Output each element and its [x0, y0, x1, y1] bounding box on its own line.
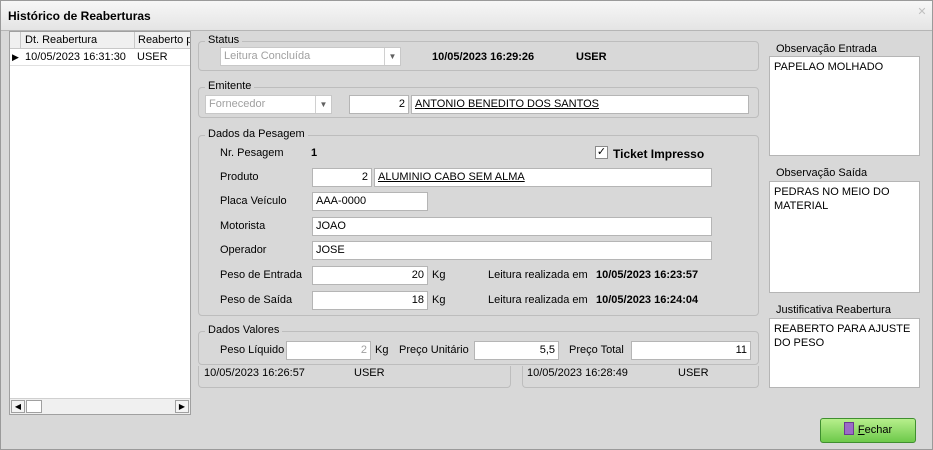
col-dt-reabertura[interactable]: Dt. Reabertura: [22, 34, 134, 46]
emitente-combo[interactable]: Fornecedor ▼: [205, 95, 332, 114]
grid-indicator-header: [10, 32, 21, 49]
table-row[interactable]: ▶ 10/05/2023 16:31:30 USER: [10, 49, 190, 66]
nr-pesagem-label: Nr. Pesagem: [220, 147, 284, 159]
justificativa-caption: Justificativa Reabertura: [776, 304, 891, 316]
placa-label: Placa Veículo: [220, 195, 287, 207]
produto-code-field[interactable]: 2: [312, 168, 372, 187]
entrada-leitura-label: Leitura realizada em: [488, 269, 588, 281]
row-user: USER: [137, 51, 168, 63]
footer-right-datetime: 10/05/2023 16:28:49: [527, 367, 628, 379]
nr-pesagem-value: 1: [311, 147, 318, 159]
emitente-combo-value: Fornecedor: [209, 98, 266, 110]
operador-label: Operador: [220, 244, 267, 256]
preco-total-field[interactable]: 11: [631, 341, 751, 360]
operador-field[interactable]: JOSE: [312, 241, 712, 260]
motorista-label: Motorista: [220, 220, 266, 232]
ticket-impresso-checkbox[interactable]: ✓: [595, 146, 608, 159]
justificativa-memo[interactable]: REABERTO PARA AJUSTE DO PESO: [769, 318, 920, 388]
produto-label: Produto: [220, 171, 259, 183]
emitente-name-field[interactable]: ANTONIO BENEDITO DOS SANTOS: [411, 95, 749, 114]
peso-saida-unit: Kg: [432, 294, 446, 306]
peso-entrada-field[interactable]: 20: [312, 266, 428, 285]
justificativa-group: Justificativa Reabertura REABERTO PARA A…: [767, 303, 922, 389]
emitente-caption: Emitente: [205, 80, 255, 92]
status-user: USER: [576, 51, 607, 63]
obs-entrada-caption: Observação Entrada: [776, 43, 877, 55]
pesagem-group: Dados da Pesagem Nr. Pesagem 1 ✓ Ticket …: [198, 128, 759, 316]
saida-leitura-label: Leitura realizada em: [488, 294, 588, 306]
placa-field[interactable]: AAA-0000: [312, 192, 428, 211]
footer-left-panel: 10/05/2023 16:26:57 USER: [198, 366, 511, 388]
preco-unitario-label: Preço Unitário: [399, 344, 469, 356]
chevron-down-icon[interactable]: ▼: [384, 48, 400, 65]
row-indicator-icon: ▶: [12, 52, 19, 62]
fechar-accel: F: [857, 424, 865, 436]
footer-left-user: USER: [354, 367, 385, 379]
entrada-leitura-value: 10/05/2023 16:23:57: [596, 269, 699, 281]
horizontal-scrollbar[interactable]: ◀ ▶: [10, 398, 190, 414]
grid-header: Dt. Reabertura Reaberto p: [10, 32, 190, 49]
fechar-button[interactable]: Fechar: [820, 418, 916, 443]
obs-entrada-group: Observação Entrada PAPELAO MOLHADO: [767, 40, 922, 158]
obs-entrada-memo[interactable]: PAPELAO MOLHADO: [769, 56, 920, 156]
peso-saida-label: Peso de Saída: [220, 294, 293, 306]
window-body: Dt. Reabertura Reaberto p ▶ 10/05/2023 1…: [1, 31, 932, 449]
pesagem-caption: Dados da Pesagem: [205, 128, 308, 140]
col-reaberto-por[interactable]: Reaberto p: [134, 32, 190, 49]
produto-name-field[interactable]: ALUMINIO CABO SEM ALMA: [374, 168, 712, 187]
window-title: Histórico de Reaberturas: [8, 9, 151, 23]
preco-total-label: Preço Total: [569, 344, 624, 356]
footer-right-user: USER: [678, 367, 709, 379]
close-icon[interactable]: ✕: [915, 5, 929, 19]
peso-entrada-label: Peso de Entrada: [220, 269, 302, 281]
fechar-label: echar: [864, 424, 893, 436]
peso-entrada-unit: Kg: [432, 269, 446, 281]
peso-liquido-label: Peso Líquido: [220, 344, 285, 356]
history-grid[interactable]: Dt. Reabertura Reaberto p ▶ 10/05/2023 1…: [9, 31, 191, 415]
chevron-down-icon[interactable]: ▼: [315, 96, 331, 113]
footer-left-datetime: 10/05/2023 16:26:57: [204, 367, 305, 379]
status-datetime: 10/05/2023 16:29:26: [432, 51, 535, 63]
valores-caption: Dados Valores: [205, 324, 283, 336]
peso-liquido-field[interactable]: 2: [286, 341, 371, 360]
door-exit-icon: [843, 422, 854, 435]
status-combo[interactable]: Leitura Concluída ▼: [220, 47, 401, 66]
valores-group: Dados Valores Peso Líquido 2 Kg Preço Un…: [198, 324, 759, 365]
obs-saida-group: Observação Saída PEDRAS NO MEIO DO MATER…: [767, 166, 922, 294]
obs-saida-memo[interactable]: PEDRAS NO MEIO DO MATERIAL: [769, 181, 920, 293]
saida-leitura-value: 10/05/2023 16:24:04: [596, 294, 699, 306]
footer-right-panel: 10/05/2023 16:28:49 USER: [522, 366, 759, 388]
emitente-code-field[interactable]: 2: [349, 95, 409, 114]
status-caption: Status: [205, 34, 243, 46]
peso-liquido-unit: Kg: [375, 344, 389, 356]
obs-saida-caption: Observação Saída: [776, 167, 868, 179]
title-bar: Histórico de Reaberturas ✕: [1, 1, 932, 31]
ticket-impresso-label[interactable]: Ticket Impresso: [613, 147, 704, 161]
peso-saida-field[interactable]: 18: [312, 291, 428, 310]
preco-unitario-field[interactable]: 5,5: [474, 341, 559, 360]
motorista-field[interactable]: JOAO: [312, 217, 712, 236]
scroll-right-icon[interactable]: ▶: [175, 400, 189, 413]
status-group: Status Leitura Concluída ▼ 10/05/2023 16…: [198, 34, 759, 71]
emitente-group: Emitente Fornecedor ▼ 2 ANTONIO BENEDITO…: [198, 80, 759, 118]
scroll-thumb[interactable]: [26, 400, 42, 413]
row-date: 10/05/2023 16:31:30: [25, 51, 126, 63]
scroll-left-icon[interactable]: ◀: [11, 400, 25, 413]
status-combo-value: Leitura Concluída: [224, 50, 311, 62]
reaberturas-window: Histórico de Reaberturas ✕ Dt. Reabertur…: [0, 0, 933, 450]
